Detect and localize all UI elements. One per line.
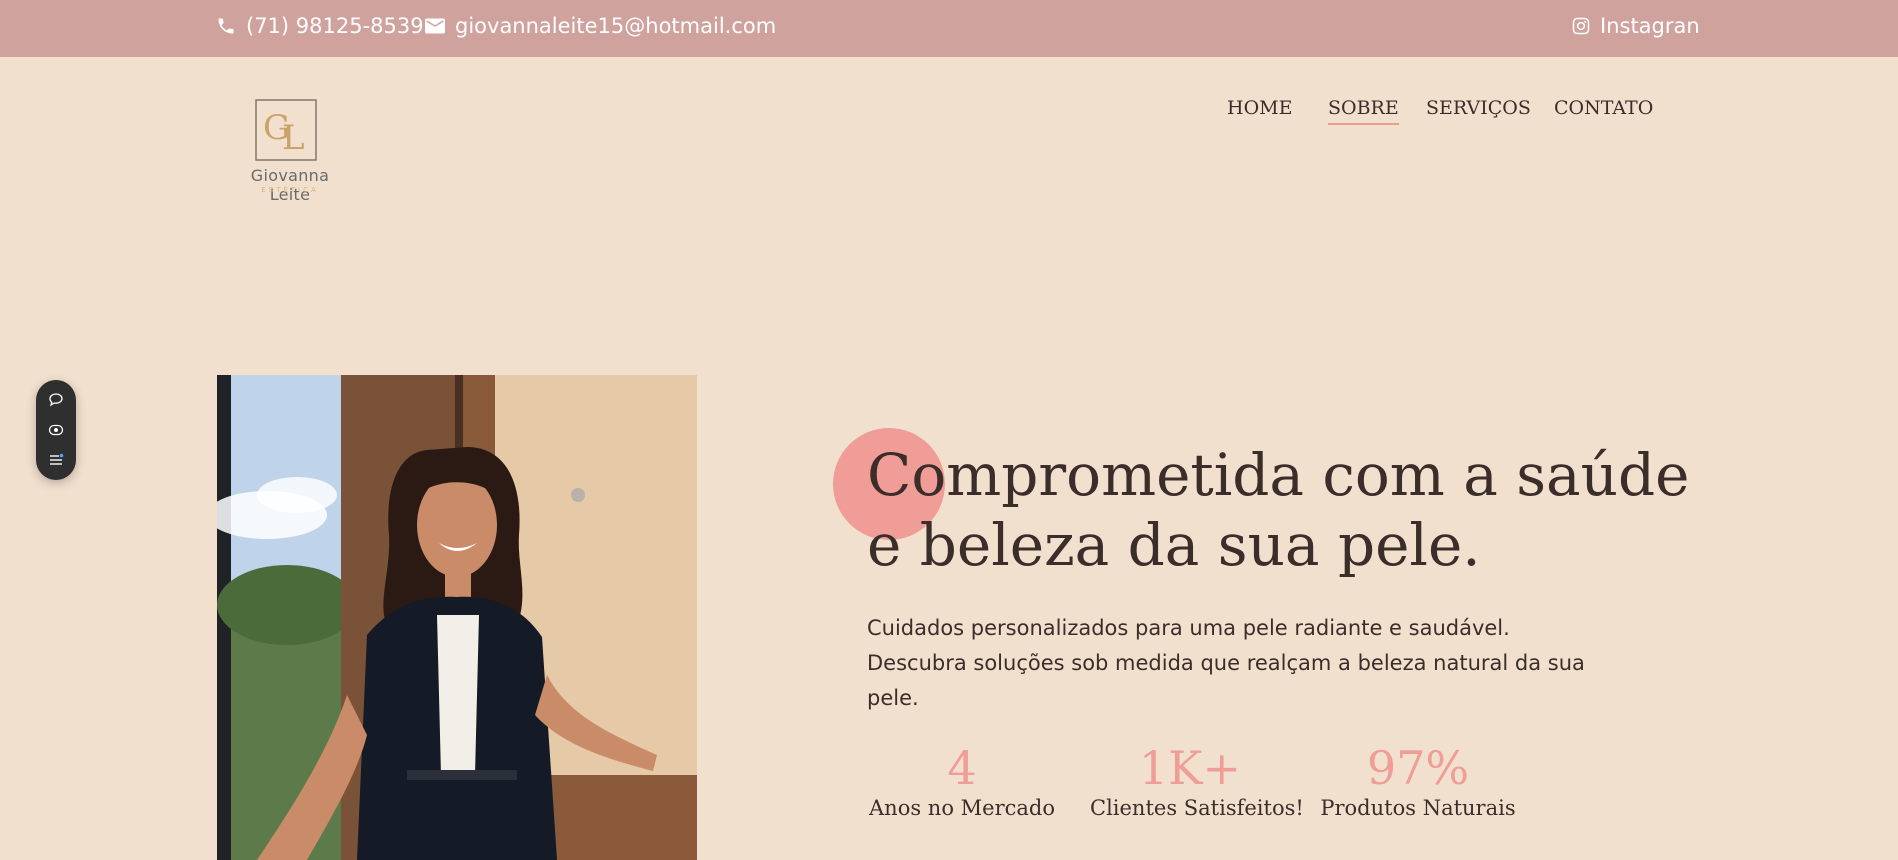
instagram-link[interactable]: Instagran xyxy=(1572,0,1700,52)
view-button[interactable] xyxy=(46,420,66,440)
list-icon xyxy=(50,453,64,465)
nav-servicos[interactable]: SERVIÇOS xyxy=(1426,97,1531,119)
nav-contato[interactable]: CONTATO xyxy=(1554,97,1653,119)
nav-sobre[interactable]: SOBRE xyxy=(1328,97,1399,125)
nav-home[interactable]: HOME xyxy=(1227,97,1292,119)
comment-icon xyxy=(49,393,63,407)
hero-headline: Comprometida com a saúde e beleza da sua… xyxy=(867,440,1767,580)
stat-value: 4 xyxy=(947,741,977,795)
brand-logo[interactable]: G L Giovanna Leite ESTÉTICA xyxy=(228,99,352,209)
logo-mark: G L xyxy=(255,99,317,161)
stat-value: 1K+ xyxy=(1138,741,1242,795)
instagram-icon xyxy=(1572,17,1590,35)
list-button[interactable] xyxy=(46,450,66,470)
logo-subtitle: ESTÉTICA xyxy=(261,186,319,194)
hero-description: Cuidados personalizados para uma pele ra… xyxy=(867,616,1585,710)
stat-label: Produtos Naturais xyxy=(1320,796,1516,820)
instagram-label: Instagran xyxy=(1600,14,1700,38)
stat-value: 97% xyxy=(1366,741,1470,795)
stat-products: 97% Produtos Naturais xyxy=(1316,740,1520,820)
phone-number: (71) 98125-8539 xyxy=(246,14,424,38)
floating-toolbar xyxy=(36,380,76,480)
email-address: giovannaleite15@hotmail.com xyxy=(455,14,777,38)
phone-contact[interactable]: (71) 98125-8539 xyxy=(216,0,424,52)
headline-line-1: Comprometida com a saúde xyxy=(867,441,1690,509)
stat-label: Clientes Satisfeitos! xyxy=(1090,796,1304,820)
phone-icon xyxy=(218,18,234,34)
top-contact-bar: (71) 98125-8539 giovannaleite15@hotmail.… xyxy=(0,0,1898,57)
headline-line-2: e beleza da sua pele. xyxy=(867,511,1481,579)
eye-icon xyxy=(48,424,64,436)
comment-button[interactable] xyxy=(46,390,66,410)
logo-name: Giovanna Leite xyxy=(250,166,330,204)
site-header: G L Giovanna Leite ESTÉTICA HOME SOBRE S… xyxy=(0,57,1898,207)
profile-photo xyxy=(217,375,697,860)
svg-text:L: L xyxy=(282,118,305,158)
mail-icon xyxy=(425,18,445,34)
stat-label: Anos no Mercado xyxy=(869,796,1055,820)
stat-years: 4 Anos no Mercado xyxy=(862,740,1062,820)
email-contact[interactable]: giovannaleite15@hotmail.com xyxy=(425,0,776,52)
stat-clients: 1K+ Clientes Satisfeitos! xyxy=(1090,740,1304,820)
